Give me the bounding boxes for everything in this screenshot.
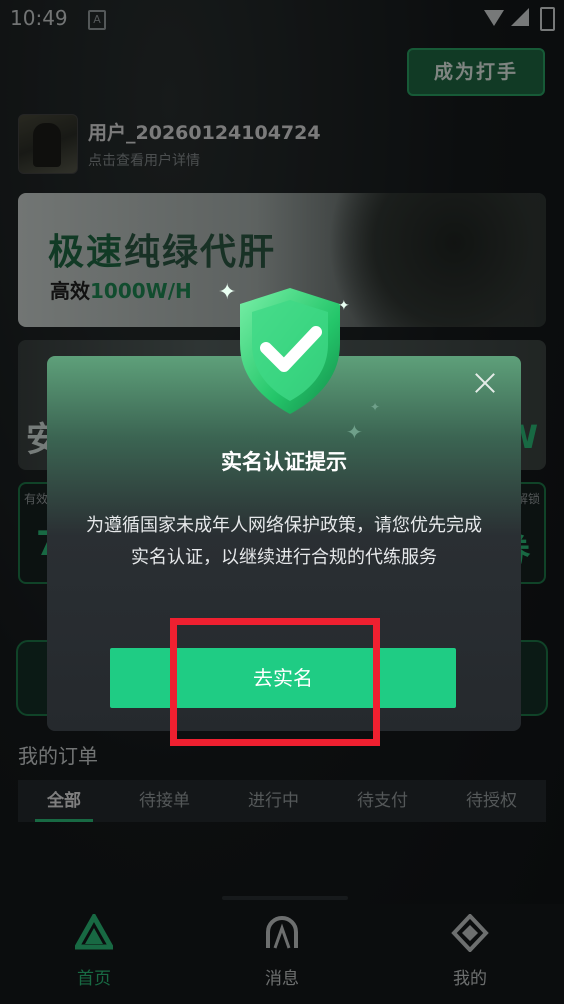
dialog-body: 为遵循国家未成年人网络保护政策，请您优先完成实名认证，以继续进行合规的代练服务: [86, 515, 482, 568]
dialog-title: 实名认证提示: [221, 450, 347, 474]
sparkle-icon: ✦: [338, 298, 350, 314]
highlight-box: [170, 618, 380, 746]
sparkle-icon: ✦: [346, 420, 363, 444]
sparkle-icon: ✦: [218, 280, 237, 305]
shield-check-icon: [230, 282, 350, 422]
close-icon[interactable]: [470, 368, 500, 398]
sparkle-icon: ✦: [370, 400, 381, 414]
